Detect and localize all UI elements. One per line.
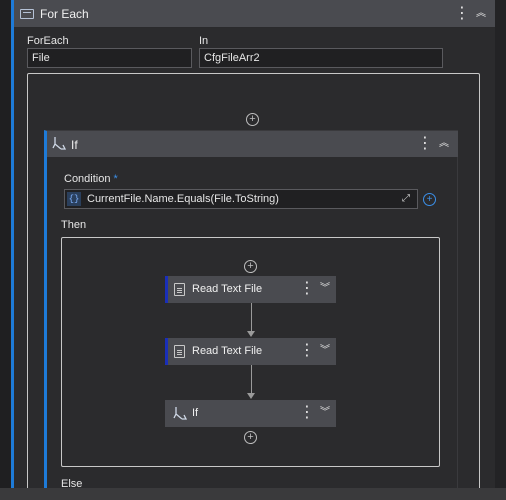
foreach-title: For Each [40,7,89,21]
activity-label: Read Text File [192,345,263,357]
expand-editor-icon[interactable]: ⤢ [402,194,412,204]
condition-expression: CurrentFile.Name.Equals(File.ToString) [87,193,279,205]
add-activity-icon[interactable]: + [244,260,257,273]
connector-arrow [247,393,255,399]
activity-label: Read Text File [192,283,263,295]
condition-input[interactable]: {} CurrentFile.Name.Equals(File.ToString… [64,189,418,209]
expand-icon[interactable]: ︾ [319,406,331,420]
activity-card-read-text-file[interactable]: Read Text File ⋮ ︾ [165,276,336,303]
if-header[interactable]: If ⋮ ︽ [47,131,458,157]
canvas-right-edge [495,0,506,488]
collapse-icon[interactable]: ︽ [475,7,487,21]
more-options-icon[interactable]: ⋮ [299,405,315,421]
in-collection-input[interactable]: CfgFileArr2 [199,48,443,68]
connector-line [251,303,252,332]
add-activity-icon[interactable]: + [244,431,257,444]
more-options-icon[interactable]: ⋮ [454,6,470,22]
document-icon [174,345,185,358]
connector-arrow [247,331,255,337]
foreach-header[interactable]: For Each ⋮ ︽ [14,0,498,28]
more-options-icon[interactable]: ⋮ [299,281,315,297]
condition-label-text: Condition [64,173,111,185]
workflow-designer-canvas: For Each ⋮ ︽ ForEach File In CfgFileArr2… [0,0,506,500]
add-activity-icon[interactable]: + [246,113,259,126]
connector-line [251,365,252,394]
collapse-icon[interactable]: ︽ [438,137,450,151]
foreach-variable-label: ForEach [27,35,69,47]
expression-icon: {} [67,192,81,206]
more-options-icon[interactable]: ⋮ [417,136,433,152]
if-branch-icon [52,137,67,150]
expand-icon[interactable]: ︾ [319,282,331,296]
more-options-icon[interactable]: ⋮ [299,343,315,359]
condition-label: Condition * [64,173,118,185]
required-marker: * [113,173,118,185]
then-label: Then [61,219,87,231]
activity-card-if[interactable]: If ⋮ ︾ [165,400,336,427]
in-label: In [199,35,209,47]
horizontal-scrollbar[interactable] [0,488,506,500]
document-icon [174,283,185,296]
activity-label: If [192,407,199,419]
if-branch-icon [173,407,188,420]
foreach-variable-input[interactable]: File [27,48,192,68]
activity-card-read-text-file[interactable]: Read Text File ⋮ ︾ [165,338,336,365]
plus-menu-icon[interactable]: + [423,193,436,206]
expand-icon[interactable]: ︾ [319,344,331,358]
foreach-icon [20,9,34,19]
if-title: If [71,138,78,152]
